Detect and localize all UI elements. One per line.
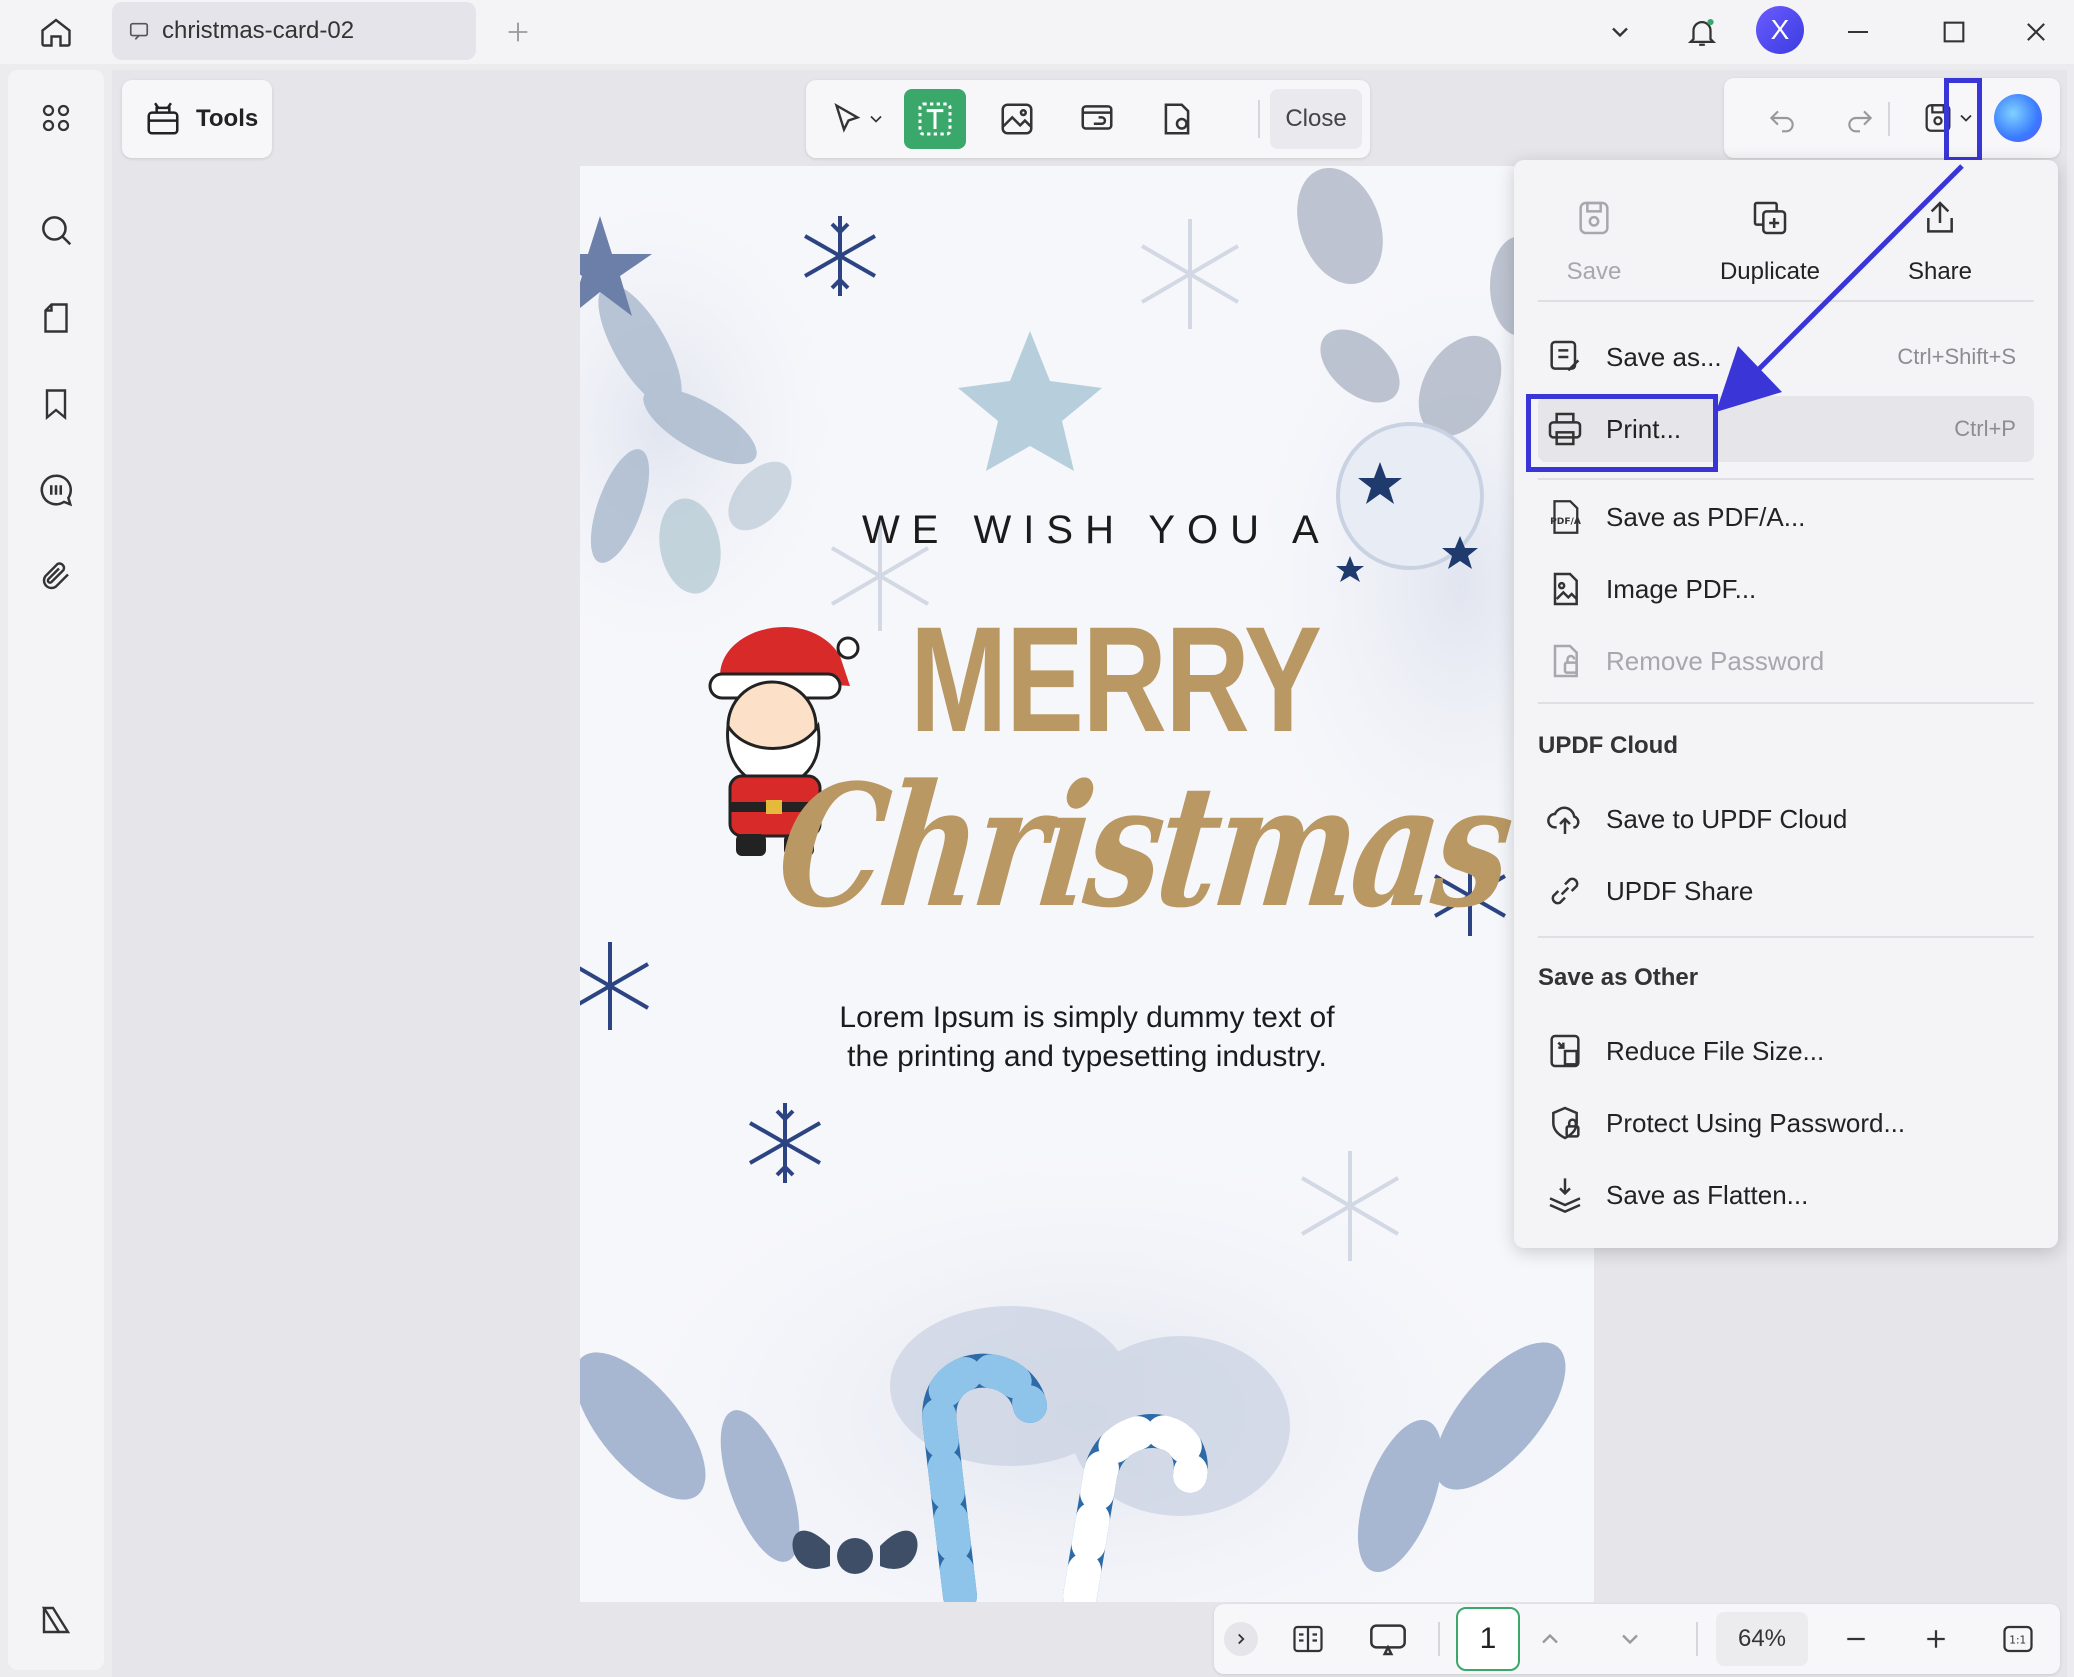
next-page-button[interactable] xyxy=(1606,1615,1654,1663)
zoom-in-button[interactable] xyxy=(1912,1615,1960,1663)
chevron-right-icon xyxy=(1238,1633,1245,1645)
previous-page-button[interactable] xyxy=(1526,1615,1574,1663)
page-number-input[interactable]: 1 xyxy=(1456,1607,1520,1671)
zoom-out-button[interactable] xyxy=(1832,1615,1880,1663)
bottom-toolbar: 1:1 xyxy=(1214,1604,2060,1674)
presentation-icon xyxy=(1370,1624,1406,1656)
actual-size-button[interactable]: 1:1 xyxy=(1994,1615,2042,1663)
bottom-divider xyxy=(1438,1622,1440,1656)
page-layout-icon xyxy=(1293,1625,1323,1653)
zoom-level[interactable]: 64% xyxy=(1716,1612,1808,1666)
chevron-down-icon xyxy=(1622,1634,1638,1645)
svg-text:1:1: 1:1 xyxy=(2009,1635,2026,1647)
annotation-arrow xyxy=(1716,164,1964,412)
bottom-divider xyxy=(1696,1622,1698,1656)
chevron-up-icon xyxy=(1542,1633,1558,1644)
page-layout-button[interactable] xyxy=(1284,1615,1332,1663)
plus-icon xyxy=(1927,1630,1945,1648)
presentation-button[interactable] xyxy=(1364,1615,1412,1663)
expand-button[interactable] xyxy=(1224,1622,1258,1656)
minus-icon xyxy=(1847,1637,1865,1641)
actual-size-icon: 1:1 xyxy=(2003,1625,2033,1653)
